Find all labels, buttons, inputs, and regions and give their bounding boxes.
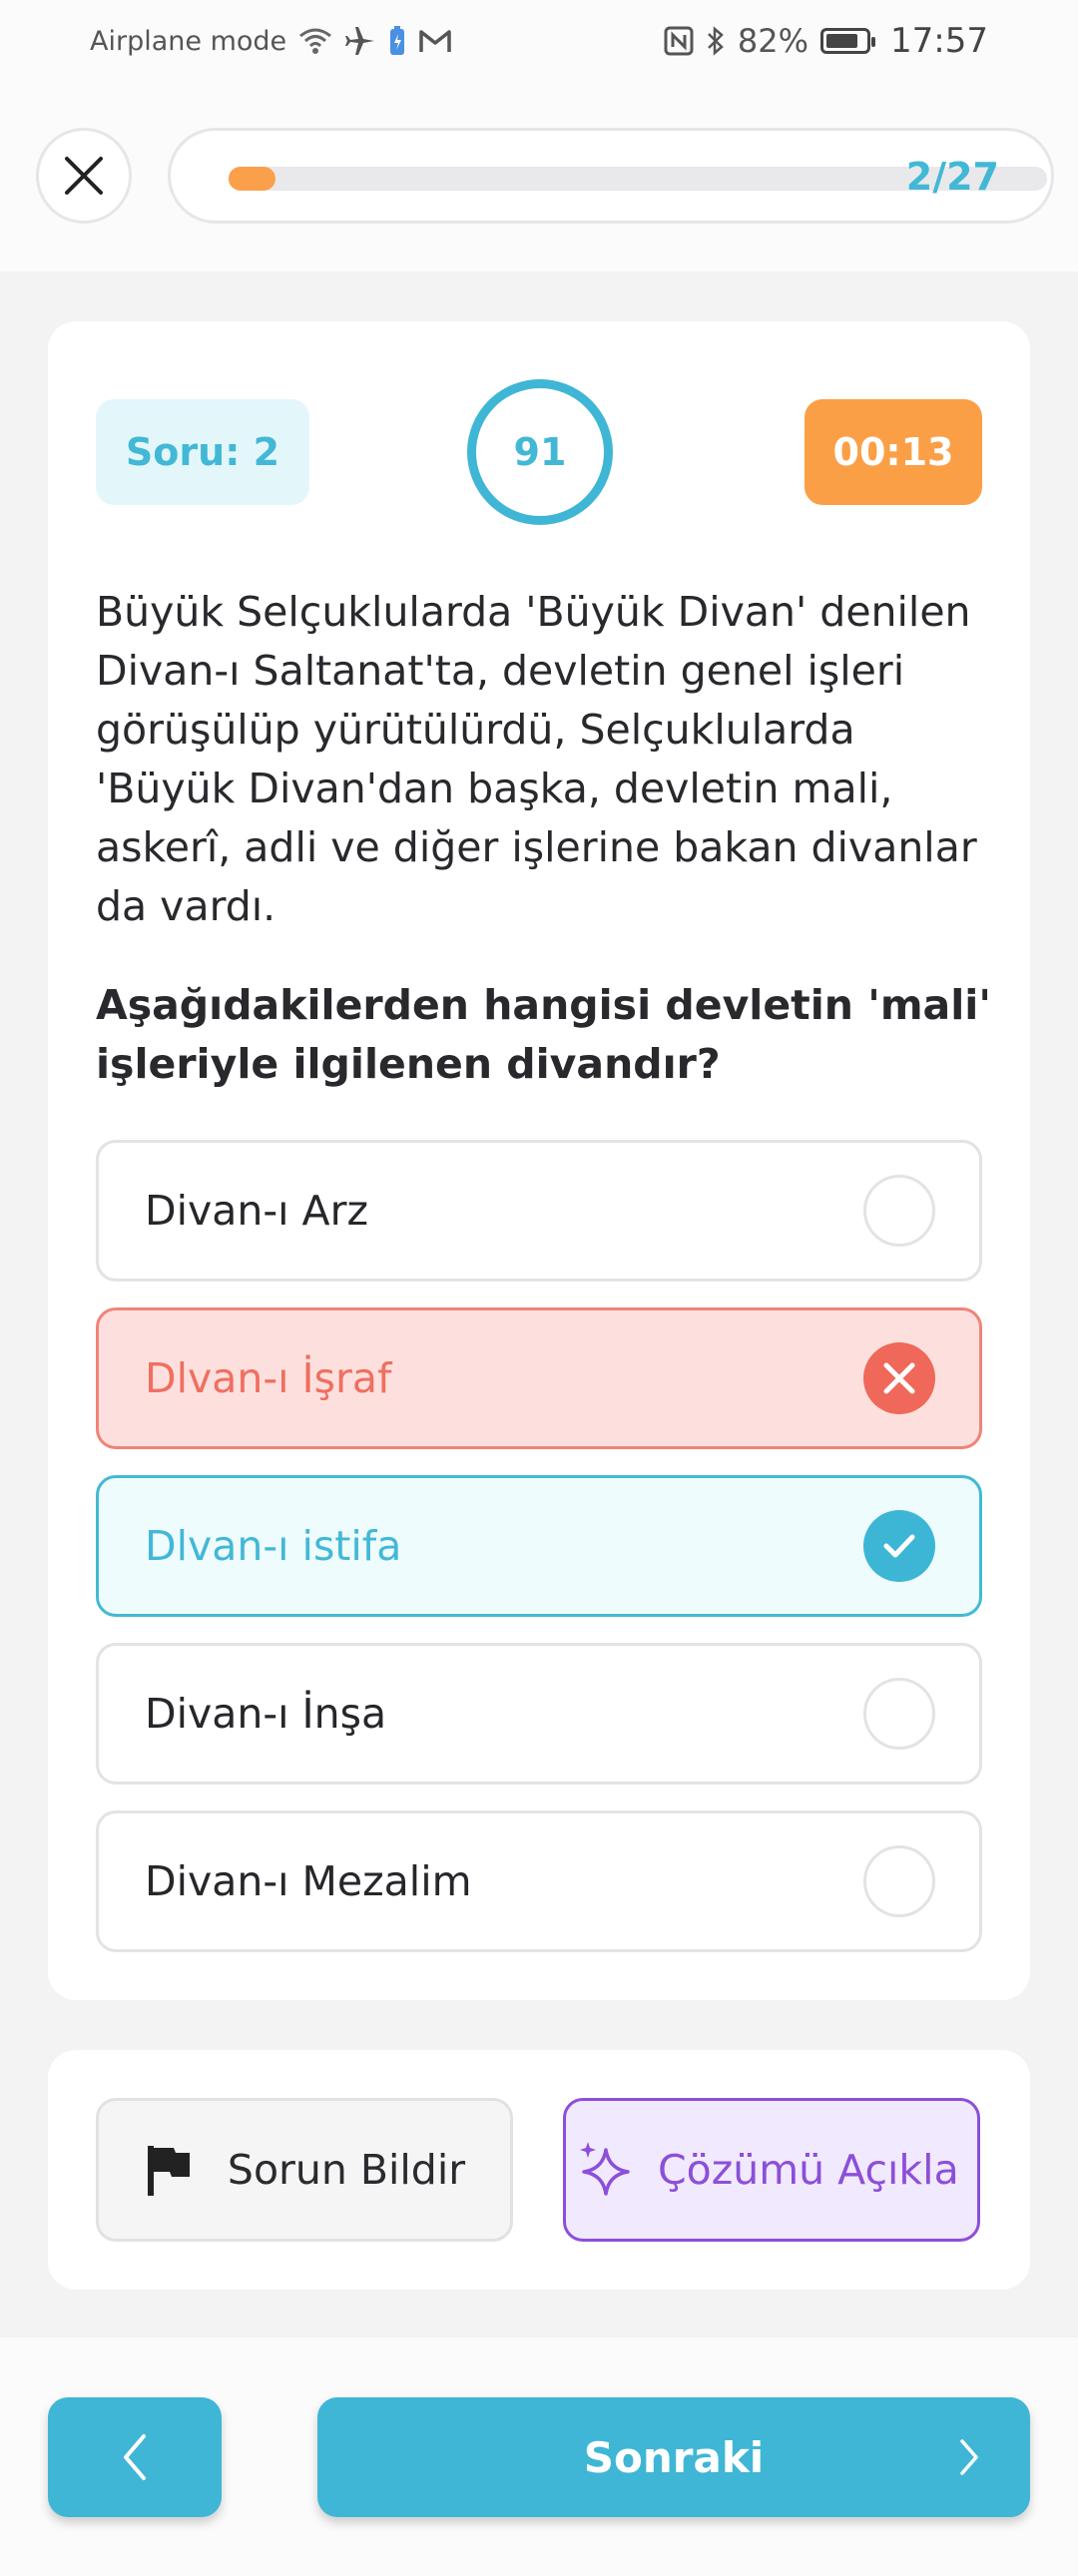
wifi-icon xyxy=(299,28,332,54)
report-label: Sorun Bildir xyxy=(227,2146,466,2194)
answer-option-5[interactable]: Divan-ı Mezalim xyxy=(96,1810,982,1952)
option-label: Divan-ı Mezalim xyxy=(145,1857,472,1905)
answer-option-3[interactable]: Dlvan-ı istifa xyxy=(96,1475,982,1617)
explain-solution-button[interactable]: Çözümü Açıkla xyxy=(563,2098,980,2242)
quiz-header: 2/27 xyxy=(0,82,1078,271)
status-left: Airplane mode xyxy=(90,25,452,57)
question-card: Soru: 2 91 00:13 Büyük Selçuklularda 'Bü… xyxy=(48,321,1030,2000)
next-label: Sonraki xyxy=(583,2432,765,2482)
previous-button[interactable] xyxy=(48,2397,222,2517)
sparkle-icon xyxy=(580,2142,630,2196)
chevron-left-icon xyxy=(124,2434,146,2480)
option-label: Dlvan-ı istifa xyxy=(145,1522,402,1570)
score-indicator: 91 xyxy=(467,379,613,525)
progress-count: 2/27 xyxy=(905,155,999,199)
airplane-mode-label: Airplane mode xyxy=(90,25,287,57)
option-label: Divan-ı Arz xyxy=(145,1187,368,1235)
progress-indicator: 2/27 xyxy=(168,128,1054,224)
clock: 17:57 xyxy=(890,21,988,61)
timer-badge: 00:13 xyxy=(805,399,982,505)
option-label: Divan-ı İnşa xyxy=(145,1690,387,1738)
answer-option-1[interactable]: Divan-ı Arz xyxy=(96,1140,982,1282)
action-card: Sorun Bildir Çözümü Açıkla xyxy=(48,2050,1030,2290)
close-icon xyxy=(65,157,103,195)
battery-percent: 82% xyxy=(737,22,809,60)
airplane-icon xyxy=(345,27,375,55)
status-bar: Airplane mode 82% 17:57 xyxy=(0,0,1078,82)
close-button[interactable] xyxy=(36,128,132,224)
status-right: 82% 17:57 xyxy=(664,21,988,61)
chevron-right-icon xyxy=(960,2439,978,2475)
option-label: Dlvan-ı İşraf xyxy=(145,1354,392,1402)
answer-option-2[interactable]: Dlvan-ı İşraf xyxy=(96,1307,982,1449)
report-problem-button[interactable]: Sorun Bildir xyxy=(96,2098,513,2242)
progress-fill xyxy=(229,167,276,191)
radio-icon xyxy=(863,1678,935,1750)
flag-icon xyxy=(147,2146,190,2196)
explain-label: Çözümü Açıkla xyxy=(658,2146,959,2194)
battery-icon xyxy=(820,28,876,54)
radio-icon xyxy=(863,1175,935,1247)
progress-fill-wrap xyxy=(229,167,867,191)
bluetooth-icon xyxy=(708,26,724,56)
next-button[interactable]: Sonraki xyxy=(317,2397,1030,2517)
radio-icon xyxy=(863,1845,935,1917)
question-prompt: Aşağıdakilerden hangisi devletin 'mali' … xyxy=(96,981,991,1088)
gmail-icon xyxy=(419,30,451,52)
bottom-navigation: Sonraki xyxy=(0,2337,1078,2576)
answer-option-4[interactable]: Divan-ı İnşa xyxy=(96,1643,982,1785)
wrong-answer-icon xyxy=(863,1342,935,1414)
question-text: Büyük Selçuklularda 'Büyük Divan' denile… xyxy=(96,588,977,930)
battery-level xyxy=(826,34,858,48)
correct-answer-icon xyxy=(863,1510,935,1582)
question-number-badge: Soru: 2 xyxy=(96,399,309,505)
nfc-icon xyxy=(664,26,694,56)
battery-saver-icon xyxy=(390,26,405,55)
